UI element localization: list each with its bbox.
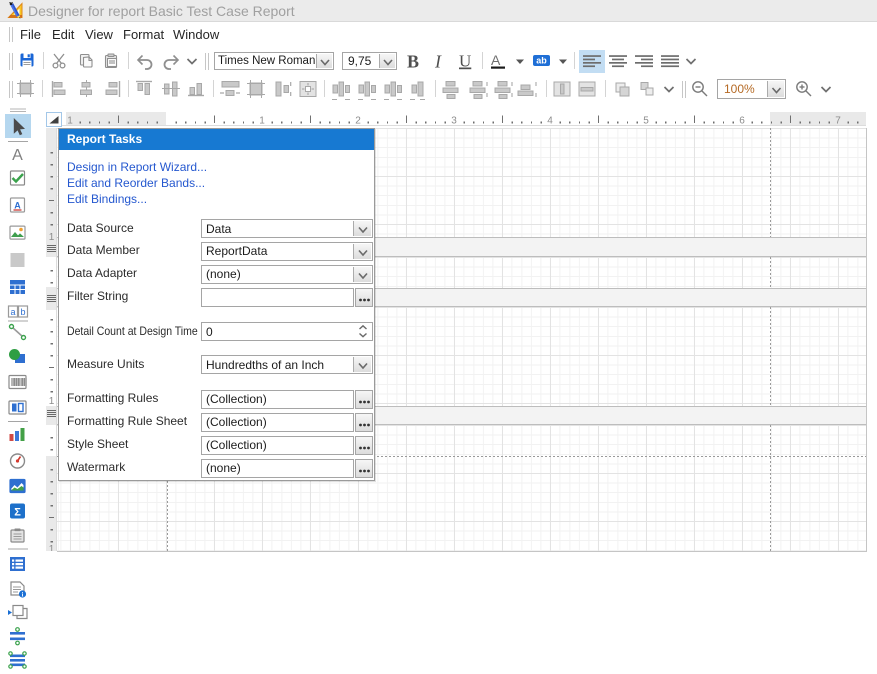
- svg-text:A: A: [12, 147, 23, 164]
- svg-text:a: a: [10, 307, 15, 317]
- svg-text:1: 1: [49, 396, 55, 407]
- svg-text:4: 4: [547, 116, 553, 127]
- svg-text:1: 1: [259, 116, 265, 127]
- svg-text:i: i: [22, 592, 24, 599]
- svg-text:A: A: [14, 201, 21, 211]
- svg-text:2: 2: [355, 116, 361, 127]
- svg-text:7: 7: [835, 116, 841, 127]
- svg-text:5: 5: [643, 116, 649, 127]
- svg-text:1: 1: [49, 544, 55, 551]
- svg-text:3: 3: [451, 116, 457, 127]
- svg-text:b: b: [20, 307, 25, 317]
- svg-text:Σ: Σ: [14, 507, 21, 519]
- svg-text:1: 1: [49, 232, 55, 243]
- svg-text:1: 1: [67, 116, 73, 127]
- svg-text:6: 6: [739, 116, 745, 127]
